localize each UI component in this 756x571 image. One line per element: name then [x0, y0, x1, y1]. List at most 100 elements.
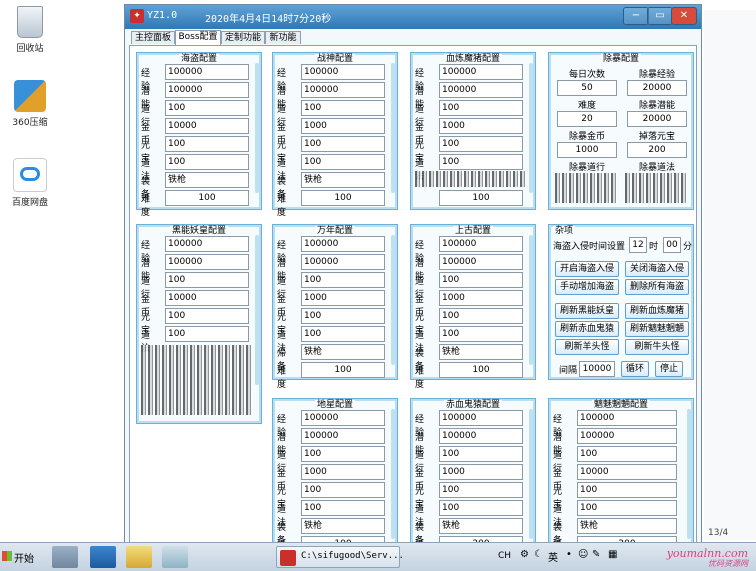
daoxing-input[interactable]: 100 [301, 272, 385, 288]
hour-input[interactable]: 12 [629, 237, 647, 253]
desktop-icon-360-archive[interactable]: 360压缩 [0, 80, 60, 128]
gold-input[interactable]: 10000 [577, 464, 677, 480]
scrollbar[interactable] [255, 235, 259, 385]
daoxing-input[interactable]: 100 [301, 446, 385, 462]
yuanbao-input[interactable]: 100 [301, 482, 385, 498]
refresh-ox-head-button[interactable]: 刷新牛头怪 [625, 339, 689, 355]
equipment-input[interactable]: 铁枪 [301, 344, 385, 360]
title-bar[interactable]: ✦ YZ1.0 2020年4月4日14时7分20秒 − ▭ ✕ [125, 5, 701, 29]
exp-input[interactable]: 100000 [301, 410, 385, 426]
gold-input[interactable]: 10000 [165, 118, 249, 134]
scrollbar[interactable] [687, 409, 691, 539]
yuanbao-input[interactable]: 100 [301, 308, 385, 324]
equipment-input[interactable]: 铁枪 [301, 172, 385, 188]
difficulty-input[interactable]: 100 [301, 362, 385, 378]
gold-input[interactable]: 1000 [301, 464, 385, 480]
potential-input[interactable]: 100000 [577, 428, 677, 444]
gold-input[interactable]: 10000 [165, 290, 249, 306]
exp-input[interactable]: 100000 [165, 64, 249, 80]
minute-input[interactable]: 00 [663, 237, 681, 253]
potential-input[interactable]: 100000 [165, 82, 249, 98]
start-pirate-invasion-button[interactable]: 开启海盗入侵 [555, 261, 619, 277]
chubao-gold-input[interactable]: 1000 [557, 142, 617, 158]
yuanbao-input[interactable]: 100 [439, 308, 523, 324]
exp-input[interactable]: 100000 [577, 410, 677, 426]
yuanbao-input[interactable]: 100 [165, 136, 249, 152]
yuanbao-input[interactable]: 100 [577, 482, 677, 498]
daofa-input[interactable]: 100 [165, 326, 249, 342]
difficulty-input[interactable]: 100 [165, 190, 249, 206]
dot-icon[interactable]: • [566, 549, 572, 560]
desktop-icon-baidu-drive[interactable]: 百度网盘 [0, 158, 60, 208]
smile-icon[interactable]: ☺ [578, 549, 588, 560]
scrollbar[interactable] [391, 63, 395, 193]
potential-input[interactable]: 100000 [301, 254, 385, 270]
gold-input[interactable]: 1000 [439, 290, 523, 306]
scrollbar[interactable] [255, 63, 259, 193]
exp-input[interactable]: 100000 [439, 236, 523, 252]
scrollbar[interactable] [529, 409, 533, 539]
potential-input[interactable]: 100000 [165, 254, 249, 270]
daofa-input[interactable]: 100 [439, 326, 523, 342]
refresh-blood-ape-button[interactable]: 刷新赤血鬼猿 [555, 321, 619, 337]
interval-input[interactable]: 10000 [579, 361, 615, 377]
settings-icon[interactable]: ⚙ [520, 549, 529, 560]
potential-input[interactable]: 100000 [301, 428, 385, 444]
daoxing-input[interactable]: 100 [439, 446, 523, 462]
daoxing-input[interactable]: 100 [439, 272, 523, 288]
difficulty-input[interactable]: 100 [439, 190, 523, 206]
exp-input[interactable]: 100000 [165, 236, 249, 252]
minimize-button[interactable]: − [623, 7, 649, 25]
daoxing-input[interactable]: 100 [165, 100, 249, 116]
tab-boss-config[interactable]: Boss配置 [175, 30, 221, 45]
stop-pirate-invasion-button[interactable]: 关闭海盗入侵 [625, 261, 689, 277]
taskbar-task-server[interactable]: C:\sifugood\Serv... [276, 546, 404, 568]
gold-input[interactable]: 1000 [301, 290, 385, 306]
desktop-icon-recycle-bin[interactable]: 回收站 [0, 6, 60, 54]
loop-button[interactable]: 循环 [621, 361, 649, 377]
potential-input[interactable]: 100000 [301, 82, 385, 98]
grid-icon[interactable]: ▦ [608, 549, 617, 560]
refresh-chimei-button[interactable]: 刷新魑魅魍魉 [625, 321, 689, 337]
tab-new-functions[interactable]: 新功能 [265, 31, 301, 44]
gold-input[interactable]: 1000 [439, 118, 523, 134]
daofa-input[interactable]: 100 [301, 154, 385, 170]
ime-indicator[interactable]: CH [498, 551, 511, 561]
add-pirate-button[interactable]: 手动增加海盗 [555, 279, 619, 295]
exp-input[interactable]: 100000 [301, 236, 385, 252]
exp-input[interactable]: 100000 [301, 64, 385, 80]
powershell-icon[interactable] [90, 546, 116, 568]
yuanbao-input[interactable]: 100 [439, 136, 523, 152]
close-button[interactable]: ✕ [671, 7, 697, 25]
exp-input[interactable]: 100000 [439, 410, 523, 426]
gold-input[interactable]: 1000 [439, 464, 523, 480]
maximize-button[interactable]: ▭ [647, 7, 673, 25]
halt-button[interactable]: 停止 [655, 361, 683, 377]
refresh-blood-pig-button[interactable]: 刷新血炼魔猪 [625, 303, 689, 319]
daofa-input[interactable]: 100 [577, 500, 677, 516]
potential-input[interactable]: 100000 [439, 254, 523, 270]
exp-input[interactable]: 100000 [439, 64, 523, 80]
ime-mode[interactable]: 英 [548, 549, 558, 564]
daoxing-input[interactable]: 100 [165, 272, 249, 288]
daoxing-input[interactable]: 100 [577, 446, 677, 462]
equipment-input[interactable]: 铁枪 [439, 518, 523, 534]
difficulty-input[interactable]: 20 [557, 111, 617, 127]
yuanbao-input[interactable]: 100 [165, 308, 249, 324]
daofa-input[interactable]: 100 [165, 154, 249, 170]
daofa-input[interactable]: 100 [439, 500, 523, 516]
file-explorer-icon[interactable] [126, 546, 152, 568]
daofa-input[interactable]: 100 [439, 154, 523, 170]
difficulty-input[interactable]: 100 [439, 362, 523, 378]
equipment-input[interactable]: 铁枪 [577, 518, 677, 534]
moon-icon[interactable]: ☾ [534, 549, 543, 560]
tool-icon[interactable]: ✎ [592, 549, 600, 560]
archive-tool-icon[interactable] [162, 546, 188, 568]
equipment-input[interactable]: 铁枪 [439, 344, 523, 360]
daofa-input[interactable]: 100 [301, 326, 385, 342]
equipment-input[interactable]: 铁枪 [165, 172, 249, 188]
refresh-black-demon-button[interactable]: 刷新黑能妖皇 [555, 303, 619, 319]
delete-all-pirates-button[interactable]: 删除所有海盗 [625, 279, 689, 295]
scrollbar[interactable] [529, 63, 533, 193]
refresh-goat-head-button[interactable]: 刷新羊头怪 [555, 339, 619, 355]
